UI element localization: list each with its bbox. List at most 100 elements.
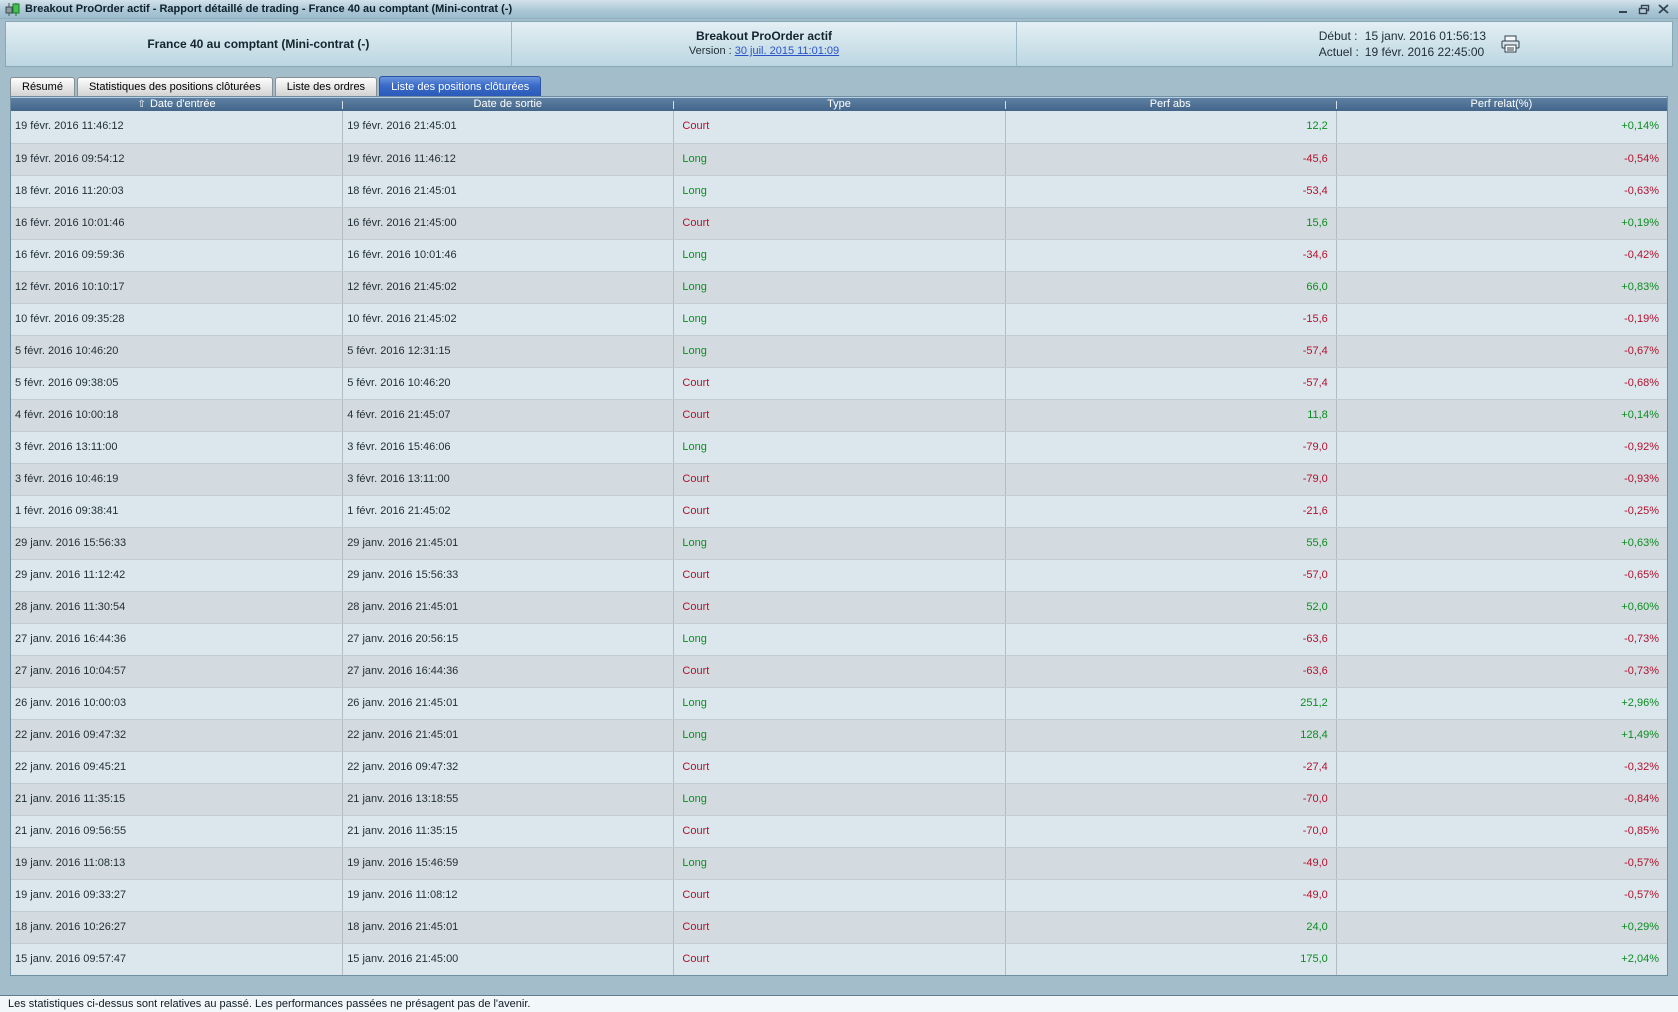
cell-entry-date: 19 janv. 2016 09:33:27	[11, 880, 342, 911]
cell-type: Court	[673, 208, 1004, 239]
table-row[interactable]: 4 févr. 2016 10:00:184 févr. 2016 21:45:…	[11, 399, 1667, 431]
cell-exit-date: 19 févr. 2016 21:45:01	[342, 111, 673, 143]
printer-icon[interactable]	[1500, 35, 1522, 54]
cell-entry-date: 5 févr. 2016 09:38:05	[11, 368, 342, 399]
cell-type: Court	[673, 111, 1004, 143]
cell-perf-abs: -57,0	[1005, 560, 1336, 591]
cell-perf-abs: -45,6	[1005, 144, 1336, 175]
cell-exit-date: 21 janv. 2016 13:18:55	[342, 784, 673, 815]
table-row[interactable]: 22 janv. 2016 09:45:2122 janv. 2016 09:4…	[11, 751, 1667, 783]
cell-exit-date: 29 janv. 2016 15:56:33	[342, 560, 673, 591]
cell-entry-date: 19 févr. 2016 11:46:12	[11, 111, 342, 143]
table-row[interactable]: 12 févr. 2016 10:10:1712 févr. 2016 21:4…	[11, 271, 1667, 303]
table-row[interactable]: 5 févr. 2016 09:38:055 févr. 2016 10:46:…	[11, 367, 1667, 399]
version-link[interactable]: 30 juil. 2015 11:01:09	[735, 45, 839, 57]
period-panel: Début : 15 janv. 2016 01:56:13 Actuel : …	[1016, 22, 1672, 66]
tab-resume[interactable]: Résumé	[10, 77, 75, 96]
table-row[interactable]: 5 févr. 2016 10:46:205 févr. 2016 12:31:…	[11, 335, 1667, 367]
column-label: Date de sortie	[474, 98, 542, 111]
table-row[interactable]: 29 janv. 2016 11:12:4229 janv. 2016 15:5…	[11, 559, 1667, 591]
cell-type: Long	[673, 432, 1004, 463]
table-row[interactable]: 22 janv. 2016 09:47:3222 janv. 2016 21:4…	[11, 719, 1667, 751]
cell-perf-abs: -49,0	[1005, 880, 1336, 911]
table-row[interactable]: 19 janv. 2016 09:33:2719 janv. 2016 11:0…	[11, 879, 1667, 911]
column-header-date-d-entree[interactable]: ⇧Date d'entrée	[11, 98, 342, 111]
column-header-type[interactable]: Type	[673, 98, 1004, 111]
tab-statistiques-des-positions-cloturees[interactable]: Statistiques des positions clôturées	[77, 77, 273, 96]
table-row[interactable]: 19 janv. 2016 11:08:1319 janv. 2016 15:4…	[11, 847, 1667, 879]
cell-perf-abs: -57,4	[1005, 336, 1336, 367]
cell-type: Court	[673, 496, 1004, 527]
table-row[interactable]: 18 janv. 2016 10:26:2718 janv. 2016 21:4…	[11, 911, 1667, 943]
column-header-perf-relat[interactable]: Perf relat(%)	[1336, 98, 1667, 111]
cell-entry-date: 18 janv. 2016 10:26:27	[11, 912, 342, 943]
cell-perf-rel: -0,63%	[1336, 176, 1667, 207]
cell-perf-rel: +0,14%	[1336, 400, 1667, 431]
cell-perf-rel: -0,67%	[1336, 336, 1667, 367]
cell-type: Court	[673, 400, 1004, 431]
cell-perf-rel: +0,19%	[1336, 208, 1667, 239]
cell-perf-abs: 55,6	[1005, 528, 1336, 559]
tab-liste-des-positions-cloturees[interactable]: Liste des positions clôturées	[379, 76, 541, 96]
cell-perf-abs: 128,4	[1005, 720, 1336, 751]
cell-perf-rel: -0,92%	[1336, 432, 1667, 463]
table-row[interactable]: 3 févr. 2016 10:46:193 févr. 2016 13:11:…	[11, 463, 1667, 495]
table-row[interactable]: 1 févr. 2016 09:38:411 févr. 2016 21:45:…	[11, 495, 1667, 527]
report-header: France 40 au comptant (Mini-contrat (-) …	[5, 21, 1673, 67]
table-row[interactable]: 10 févr. 2016 09:35:2810 févr. 2016 21:4…	[11, 303, 1667, 335]
cell-type: Long	[673, 688, 1004, 719]
cell-exit-date: 19 janv. 2016 11:08:12	[342, 880, 673, 911]
cell-perf-abs: -15,6	[1005, 304, 1336, 335]
table-row[interactable]: 16 févr. 2016 10:01:4616 févr. 2016 21:4…	[11, 207, 1667, 239]
restore-icon[interactable]	[1637, 4, 1650, 15]
column-label: Type	[827, 98, 851, 111]
table-row[interactable]: 21 janv. 2016 09:56:5521 janv. 2016 11:3…	[11, 815, 1667, 847]
cell-exit-date: 22 janv. 2016 09:47:32	[342, 752, 673, 783]
table-row[interactable]: 16 févr. 2016 09:59:3616 févr. 2016 10:0…	[11, 239, 1667, 271]
minimize-icon[interactable]	[1617, 4, 1630, 15]
column-header-perf-abs[interactable]: Perf abs	[1005, 98, 1336, 111]
cell-exit-date: 12 févr. 2016 21:45:02	[342, 272, 673, 303]
start-label: Début :	[1319, 29, 1359, 44]
table-row[interactable]: 19 févr. 2016 11:46:1219 févr. 2016 21:4…	[11, 111, 1667, 143]
instrument-name: France 40 au comptant (Mini-contrat (-)	[147, 37, 369, 52]
cell-type: Court	[673, 944, 1004, 975]
cell-exit-date: 1 févr. 2016 21:45:02	[342, 496, 673, 527]
cell-perf-abs: 11,8	[1005, 400, 1336, 431]
table-row[interactable]: 28 janv. 2016 11:30:5428 janv. 2016 21:4…	[11, 591, 1667, 623]
tab-liste-des-ordres[interactable]: Liste des ordres	[275, 77, 377, 96]
cell-perf-abs: -63,6	[1005, 624, 1336, 655]
cell-type: Long	[673, 176, 1004, 207]
table-row[interactable]: 26 janv. 2016 10:00:0326 janv. 2016 21:4…	[11, 687, 1667, 719]
cell-type: Long	[673, 272, 1004, 303]
table-row[interactable]: 27 janv. 2016 16:44:3627 janv. 2016 20:5…	[11, 623, 1667, 655]
cell-exit-date: 19 févr. 2016 11:46:12	[342, 144, 673, 175]
tab-bar: RésuméStatistiques des positions clôturé…	[10, 76, 1668, 96]
cell-entry-date: 21 janv. 2016 09:56:55	[11, 816, 342, 847]
table-row[interactable]: 3 févr. 2016 13:11:003 févr. 2016 15:46:…	[11, 431, 1667, 463]
cell-entry-date: 15 janv. 2016 09:57:47	[11, 944, 342, 975]
table-body: 19 févr. 2016 11:46:1219 févr. 2016 21:4…	[11, 111, 1667, 975]
cell-exit-date: 5 févr. 2016 10:46:20	[342, 368, 673, 399]
cell-exit-date: 5 févr. 2016 12:31:15	[342, 336, 673, 367]
cell-perf-rel: -0,42%	[1336, 240, 1667, 271]
cell-entry-date: 1 févr. 2016 09:38:41	[11, 496, 342, 527]
cell-perf-abs: -21,6	[1005, 496, 1336, 527]
cell-perf-rel: -0,85%	[1336, 816, 1667, 847]
table-row[interactable]: 19 févr. 2016 09:54:1219 févr. 2016 11:4…	[11, 143, 1667, 175]
cell-entry-date: 19 févr. 2016 09:54:12	[11, 144, 342, 175]
table-row[interactable]: 18 févr. 2016 11:20:0318 févr. 2016 21:4…	[11, 175, 1667, 207]
table-row[interactable]: 15 janv. 2016 09:57:4715 janv. 2016 21:4…	[11, 943, 1667, 975]
cell-perf-rel: +0,63%	[1336, 528, 1667, 559]
cell-type: Court	[673, 368, 1004, 399]
cell-entry-date: 27 janv. 2016 16:44:36	[11, 624, 342, 655]
cell-perf-rel: -0,57%	[1336, 848, 1667, 879]
cell-exit-date: 19 janv. 2016 15:46:59	[342, 848, 673, 879]
table-row[interactable]: 29 janv. 2016 15:56:3329 janv. 2016 21:4…	[11, 527, 1667, 559]
cell-exit-date: 28 janv. 2016 21:45:01	[342, 592, 673, 623]
table-row[interactable]: 27 janv. 2016 10:04:5727 janv. 2016 16:4…	[11, 655, 1667, 687]
cell-entry-date: 27 janv. 2016 10:04:57	[11, 656, 342, 687]
column-header-date-de-sortie[interactable]: Date de sortie	[342, 98, 673, 111]
close-icon[interactable]	[1657, 4, 1670, 15]
table-row[interactable]: 21 janv. 2016 11:35:1521 janv. 2016 13:1…	[11, 783, 1667, 815]
